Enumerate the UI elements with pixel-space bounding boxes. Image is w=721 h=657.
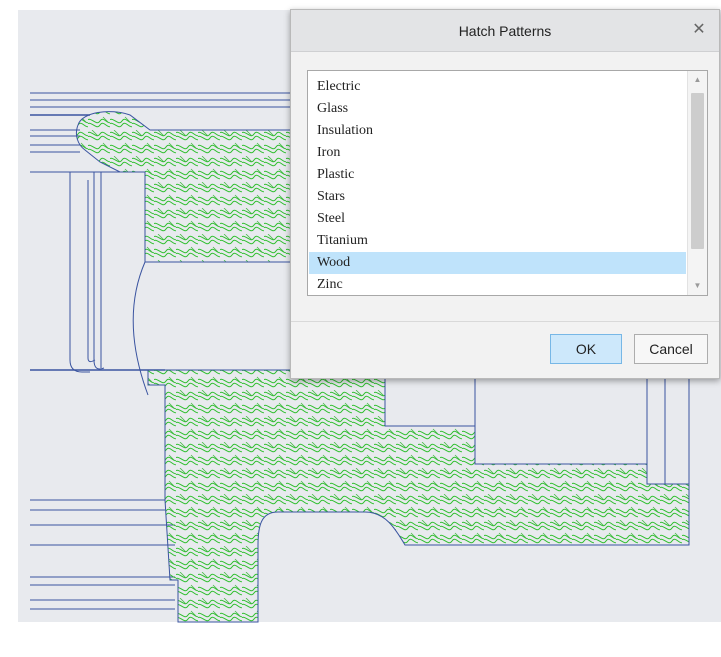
list-item[interactable]: Steel bbox=[309, 208, 686, 230]
pattern-list-items: Electric Glass Insulation Iron Plastic Stars S… bbox=[309, 76, 686, 295]
list-item[interactable]: Stars bbox=[309, 186, 686, 208]
scroll-up-icon[interactable]: ▲ bbox=[688, 71, 707, 89]
list-item[interactable]: Insulation bbox=[309, 120, 686, 142]
list-scrollbar[interactable]: ▲ ▼ bbox=[687, 71, 707, 295]
list-item[interactable]: Electric bbox=[309, 76, 686, 98]
cancel-button[interactable]: Cancel bbox=[634, 334, 708, 364]
list-item[interactable]: Wood bbox=[309, 252, 686, 274]
list-item[interactable]: Plastic bbox=[309, 164, 686, 186]
list-item[interactable]: Zinc bbox=[309, 274, 686, 295]
close-icon[interactable]: ✕ bbox=[689, 20, 709, 40]
dialog-title-bar[interactable]: Hatch Patterns ✕ bbox=[291, 10, 719, 52]
dialog-separator bbox=[291, 321, 719, 322]
list-item[interactable]: Iron bbox=[309, 142, 686, 164]
hatch-pattern-list[interactable]: Electric Glass Insulation Iron Plastic Stars S… bbox=[307, 70, 708, 296]
dialog-title: Hatch Patterns bbox=[458, 23, 552, 39]
ok-button[interactable]: OK bbox=[550, 334, 622, 364]
list-item[interactable]: Glass bbox=[309, 98, 686, 120]
list-item[interactable]: Titanium bbox=[309, 230, 686, 252]
scroll-thumb[interactable] bbox=[691, 93, 704, 249]
hatch-patterns-dialog: Hatch Patterns ✕ Electric Glass Insulation… bbox=[290, 9, 720, 379]
scroll-down-icon[interactable]: ▼ bbox=[688, 277, 707, 295]
